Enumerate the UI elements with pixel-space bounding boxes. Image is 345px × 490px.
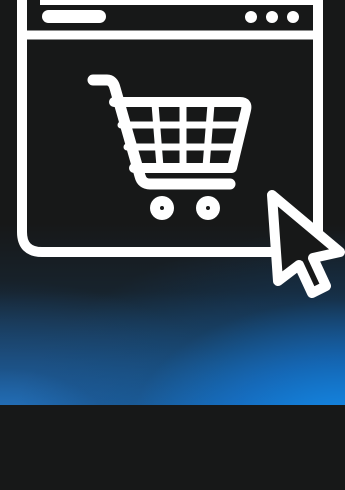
dark-bottom-band [0,405,345,490]
window-dot-icon [245,11,257,23]
window-dot-icon [287,11,299,23]
address-bar-shape [42,10,106,23]
shopping-cart-icon [87,74,252,220]
online-shopping-graphic [0,0,345,490]
window-dot-icon [266,11,278,23]
online-shopping-illustration [17,0,345,298]
mouse-cursor-icon [267,190,345,298]
